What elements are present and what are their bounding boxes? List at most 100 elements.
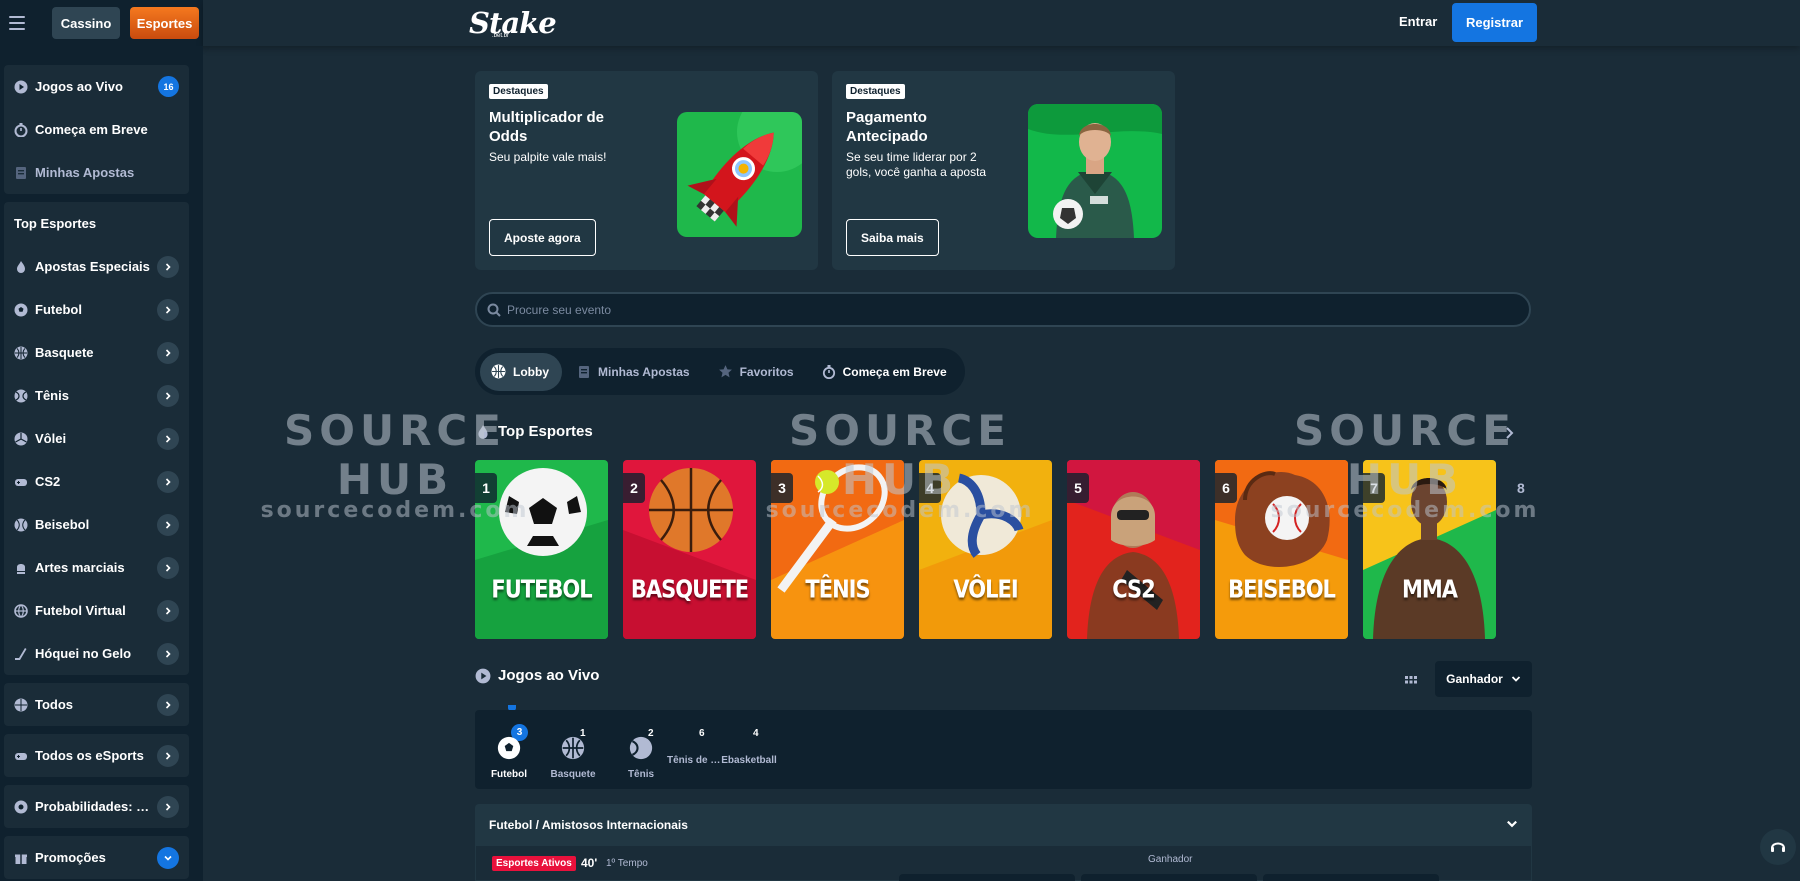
bet-now-button[interactable]: Aposte agora <box>489 219 596 256</box>
sport-card-mma[interactable]: 7 MMA <box>1363 460 1496 639</box>
sidebar-item-baseball[interactable]: Beisebol <box>4 503 189 546</box>
market-dropdown[interactable]: Ganhador <box>1435 661 1532 697</box>
sport-card-cs2[interactable]: 5 CS2 <box>1067 460 1200 639</box>
card-name: CS2 <box>1112 574 1156 604</box>
register-button[interactable]: Registrar <box>1452 3 1537 42</box>
sidebar-item-starting-soon[interactable]: Começa em Breve <box>4 108 189 151</box>
live-sport-futebol[interactable]: 3 Futebol <box>485 724 533 780</box>
chevron-down-icon[interactable] <box>1506 818 1518 830</box>
section-title: Top Esportes <box>498 423 593 440</box>
rocket-illustration <box>677 112 802 237</box>
live-sport-table-tennis[interactable]: 6 Tênis de Mesa <box>667 726 723 780</box>
sport-card-basquete[interactable]: 2 BASQUETE <box>623 460 756 639</box>
odds-button-home[interactable] <box>899 874 1075 881</box>
volleyball-icon <box>14 432 28 446</box>
sidebar-item-label: Todos <box>35 697 74 712</box>
match-row[interactable]: Esportes Ativos 40' 1º Tempo Ganhador <box>475 846 1532 881</box>
sidebar-item-all-esports[interactable]: Todos os eSports <box>4 734 189 777</box>
chevron-right-icon[interactable] <box>157 693 179 716</box>
chevron-down-icon[interactable] <box>157 846 179 869</box>
stake-logo[interactable]: Stake <box>469 6 557 40</box>
chevron-right-icon[interactable] <box>157 341 179 364</box>
chevron-right-icon[interactable] <box>157 513 179 536</box>
sidebar-item-volleyball[interactable]: Vôlei <box>4 417 189 460</box>
chevron-right-icon[interactable] <box>157 795 179 818</box>
hamburger-menu-icon[interactable] <box>9 16 25 30</box>
chevron-right-icon[interactable] <box>157 298 179 321</box>
chevron-right-icon[interactable] <box>157 427 179 450</box>
sidebar-item-special-bets[interactable]: Apostas Especiais <box>4 245 189 288</box>
main-content: Destaques Multiplicador de Odds Seu palp… <box>203 46 1800 881</box>
live-games-heading: Jogos ao Vivo <box>475 667 599 684</box>
match-period: 1º Tempo <box>606 858 648 869</box>
chevron-right-icon[interactable] <box>157 744 179 767</box>
live-sport-basquete[interactable]: 1 Basquete <box>549 726 597 780</box>
sidebar-item-promotions[interactable]: Promoções <box>4 836 189 879</box>
sidebar-item-label: Vôlei <box>35 431 67 446</box>
chevron-right-icon[interactable] <box>157 255 179 278</box>
sidebar-item-cs2[interactable]: CS2 <box>4 460 189 503</box>
sidebar-item-all-sports[interactable]: Todos <box>4 683 189 726</box>
sidebar-item-live[interactable]: Jogos ao Vivo 16 <box>4 65 189 108</box>
casino-button[interactable]: Cassino <box>52 7 120 39</box>
live-sport-tenis[interactable]: 2 Tênis <box>617 726 665 780</box>
sport-card-beisebol[interactable]: 6 BEISEBOL <box>1215 460 1348 639</box>
sidebar-item-martial-arts[interactable]: Artes marciais <box>4 546 189 589</box>
sidebar-item-basketball[interactable]: Basquete <box>4 331 189 374</box>
sidebar-item-label: Basquete <box>35 345 94 360</box>
sidebar-item-label: Todos os eSports <box>35 748 144 763</box>
logo-subtext: .bet.br <box>492 33 510 39</box>
sidebar-item-soccer[interactable]: Futebol <box>4 288 189 331</box>
sports-button[interactable]: Esportes <box>130 7 199 39</box>
league-header[interactable]: Futebol / Amistosos Internacionais <box>475 804 1532 846</box>
sidebar-item-label: Hóquei no Gelo <box>35 646 132 661</box>
next-arrow-icon[interactable] <box>1503 426 1517 440</box>
search-input[interactable] <box>507 302 1407 317</box>
chevron-down-icon <box>1511 674 1521 684</box>
basketball-icon <box>561 736 585 760</box>
chevron-right-icon[interactable] <box>157 556 179 579</box>
sidebar-item-virtual-soccer[interactable]: Futebol Virtual <box>4 589 189 632</box>
sidebar: Jogos ao Vivo 16 Começa em Breve Minhas … <box>0 46 203 881</box>
tab-starting-soon[interactable]: Começa em Breve <box>811 353 960 391</box>
event-search-bar[interactable] <box>475 292 1531 327</box>
tab-label: Favoritos <box>739 364 794 379</box>
card-name: MMA <box>1401 574 1458 604</box>
chevron-right-icon[interactable] <box>157 384 179 407</box>
live-sport-label: Basquete <box>550 769 596 780</box>
chevron-right-icon[interactable] <box>157 642 179 665</box>
login-button[interactable]: Entrar <box>1399 14 1437 29</box>
learn-more-button[interactable]: Saiba mais <box>846 219 939 256</box>
card-rank-next: 8 <box>1517 480 1525 496</box>
tennis-ball-icon <box>629 736 653 760</box>
sidebar-item-label: Beisebol <box>35 517 90 532</box>
sport-card-volei[interactable]: 4 VÔLEI <box>919 460 1052 639</box>
sport-card-tenis[interactable]: 3 TÊNIS <box>771 460 904 639</box>
sidebar-item-ice-hockey[interactable]: Hóquei no Gelo <box>4 632 189 675</box>
card-name: FUTEBOL <box>491 574 592 604</box>
tab-favorites[interactable]: Favoritos <box>707 353 807 391</box>
search-icon <box>487 303 501 317</box>
tab-lobby[interactable]: Lobby <box>480 352 562 391</box>
headset-icon <box>1769 838 1787 856</box>
tab-my-bets[interactable]: Minhas Apostas <box>566 353 703 391</box>
card-rank: 4 <box>919 473 941 503</box>
sidebar-item-tennis[interactable]: Tênis <box>4 374 189 417</box>
chevron-right-icon[interactable] <box>157 599 179 622</box>
sidebar-item-label: Promoções <box>35 850 106 865</box>
card-rank: 6 <box>1215 473 1237 503</box>
live-sport-ebasketball[interactable]: 4 Ebasketball <box>721 726 777 780</box>
gift-icon <box>14 851 28 865</box>
odds-button-away[interactable] <box>1263 874 1439 881</box>
odds-button-draw[interactable] <box>1081 874 1257 881</box>
support-chat-button[interactable] <box>1760 829 1796 865</box>
sidebar-item-my-bets[interactable]: Minhas Apostas <box>4 151 189 194</box>
sidebar-group-esports: Todos os eSports <box>4 734 189 777</box>
tab-label: Minhas Apostas <box>598 364 690 379</box>
sidebar-item-odds-format[interactable]: Probabilidades: Decimal <box>4 785 189 828</box>
chevron-right-icon[interactable] <box>157 470 179 493</box>
sport-card-futebol[interactable]: 1 FUTEBOL <box>475 460 608 639</box>
gamepad-icon <box>14 749 28 763</box>
grid-view-icon[interactable] <box>1403 672 1419 688</box>
tab-label: Lobby <box>513 364 549 379</box>
